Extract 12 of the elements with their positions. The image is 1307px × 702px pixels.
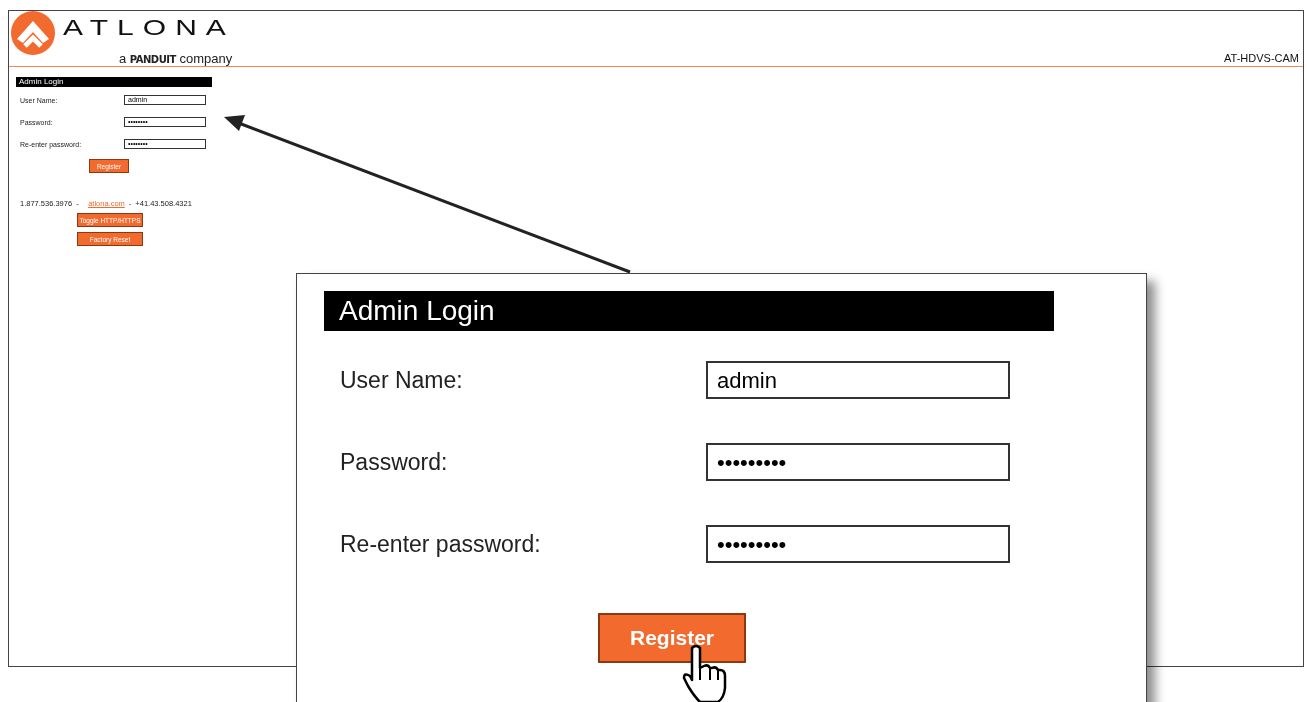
input-field[interactable]: ••••••••• [706,525,1010,563]
form-title: Admin Login [324,291,1054,331]
input-field[interactable]: ••••••••• [706,443,1010,481]
tagline: a PANDUIT company [119,51,234,66]
field-label: Password: [340,448,448,476]
form-title: Admin Login [16,77,212,87]
field-label: Re-enter password: [340,530,541,558]
model-name: AT-HDVS-CAM [1224,52,1299,64]
logo-wordmark: ATLONA [63,15,235,41]
input-field[interactable]: admin [706,361,1010,399]
logo-icon [9,9,57,57]
field-label: User Name: [340,366,463,394]
